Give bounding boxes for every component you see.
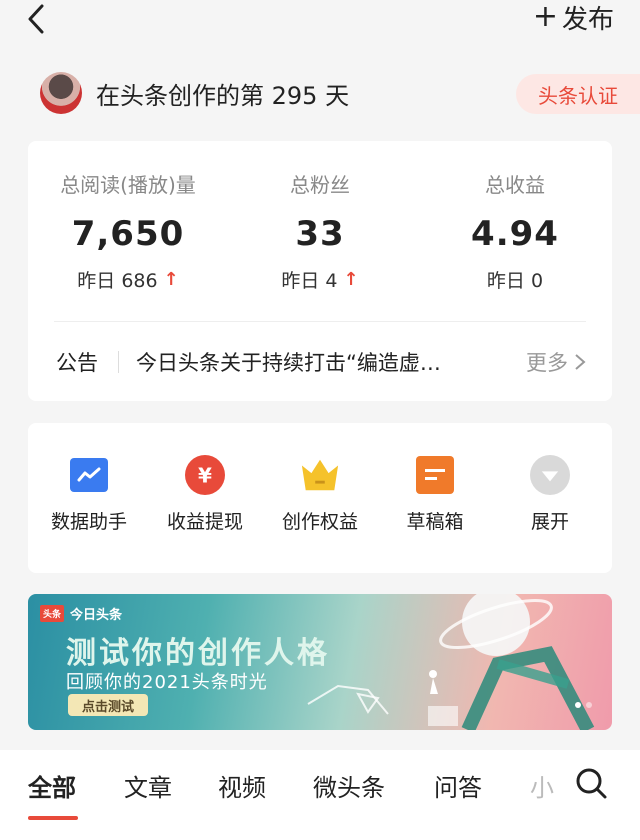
publish-button[interactable]: + 发布 (532, 0, 614, 35)
stat-yesterday-text: 昨日 686 (77, 270, 158, 292)
carousel-dot (586, 702, 592, 708)
yuan-icon: ¥ (185, 455, 225, 495)
creator-row: 在头条创作的第 295 天 头条认证 (0, 66, 640, 122)
tool-label: 创作权益 (281, 511, 358, 533)
tool-data-assistant[interactable]: 数据助手 (34, 455, 144, 534)
publish-label: 发布 (561, 4, 614, 35)
stat-total-fans[interactable]: 总粉丝 33 昨日 4 ↑ (220, 169, 420, 293)
stat-label: 总粉丝 (290, 173, 350, 197)
chart-icon (69, 455, 109, 495)
expand-icon (530, 455, 570, 495)
tab-videos[interactable]: 视频 (218, 768, 266, 803)
stat-total-income[interactable]: 总收益 4.94 昨日 0 (415, 169, 615, 293)
stat-total-reads[interactable]: 总阅读(播放)量 7,650 昨日 686 ↑ (28, 169, 228, 293)
banner-brand: 头条 今日头条 (40, 604, 122, 623)
stat-yesterday: 昨日 686 ↑ (28, 266, 228, 293)
carousel-dot-active (575, 702, 581, 708)
svg-text:¥: ¥ (198, 463, 212, 487)
more-link[interactable]: 更多 (526, 347, 586, 377)
banner-subtitle: 回顾你的2021头条时光 (66, 672, 268, 693)
top-bar: + 发布 (0, 0, 640, 50)
divider (118, 351, 119, 373)
tab-mini[interactable]: 小 (530, 768, 554, 803)
tool-label: 草稿箱 (406, 511, 464, 533)
tool-label: 数据助手 (50, 511, 127, 533)
crown-icon (300, 455, 340, 495)
banner-brand-name: 今日头条 (70, 608, 123, 623)
back-arrow-icon[interactable] (22, 4, 52, 34)
tool-income-withdraw[interactable]: ¥ 收益提现 (150, 455, 260, 534)
stats-card: 总阅读(播放)量 7,650 昨日 686 ↑ 总粉丝 33 昨日 4 ↑ 总收… (28, 141, 612, 401)
more-label: 更多 (526, 351, 568, 375)
tool-drafts[interactable]: 草稿箱 (380, 455, 490, 534)
stat-value: 7,650 (71, 214, 185, 254)
promo-banner[interactable]: 头条 今日头条 测试你的创作人格 回顾你的2021头条时光 点击测试 (28, 594, 612, 730)
stat-yesterday-text: 昨日 0 (486, 270, 544, 292)
carousel-indicator (575, 702, 592, 708)
banner-test-button[interactable]: 点击测试 (68, 694, 149, 716)
draft-icon (415, 455, 455, 495)
tool-label: 收益提现 (166, 511, 243, 533)
plus-icon: + (532, 0, 558, 34)
avatar[interactable] (40, 72, 82, 114)
certification-badge[interactable]: 头条认证 (516, 74, 640, 114)
tool-label: 展开 (530, 511, 569, 533)
announcement-row[interactable]: 公告 今日头条关于持续打击“编造虚… 更多 (28, 321, 612, 401)
stat-value: 33 (295, 214, 345, 254)
content-tabs-bar: 全部 文章 视频 微头条 问答 小 (0, 750, 640, 840)
banner-title: 测试你的创作人格 (66, 636, 330, 671)
tab-articles[interactable]: 文章 (124, 768, 172, 803)
tab-qa[interactable]: 问答 (434, 768, 482, 803)
trend-up-icon: ↑ (163, 269, 179, 290)
announcement-text[interactable]: 今日头条关于持续打击“编造虚… (136, 347, 476, 377)
stat-yesterday: 昨日 4 ↑ (220, 266, 420, 293)
stat-yesterday: 昨日 0 (415, 266, 615, 293)
stat-label: 总收益 (485, 173, 545, 197)
active-tab-indicator (28, 816, 78, 820)
creation-days-text: 在头条创作的第 295 天 (96, 82, 350, 110)
tab-all[interactable]: 全部 (28, 768, 76, 803)
stat-yesterday-text: 昨日 4 (281, 270, 338, 292)
tool-creator-rights[interactable]: 创作权益 (265, 455, 375, 534)
chevron-right-icon (575, 354, 586, 370)
tools-card: 数据助手 ¥ 收益提现 创作权益 草稿箱 展开 (28, 423, 612, 573)
announcement-label: 公告 (56, 351, 98, 375)
stat-label: 总阅读(播放)量 (60, 173, 196, 197)
tool-expand[interactable]: 展开 (495, 455, 605, 534)
search-icon[interactable] (574, 766, 608, 800)
toutiao-logo: 头条 (40, 605, 65, 622)
trend-up-icon: ↑ (343, 269, 359, 290)
tab-micro-posts[interactable]: 微头条 (313, 768, 385, 803)
stat-value: 4.94 (471, 214, 559, 254)
